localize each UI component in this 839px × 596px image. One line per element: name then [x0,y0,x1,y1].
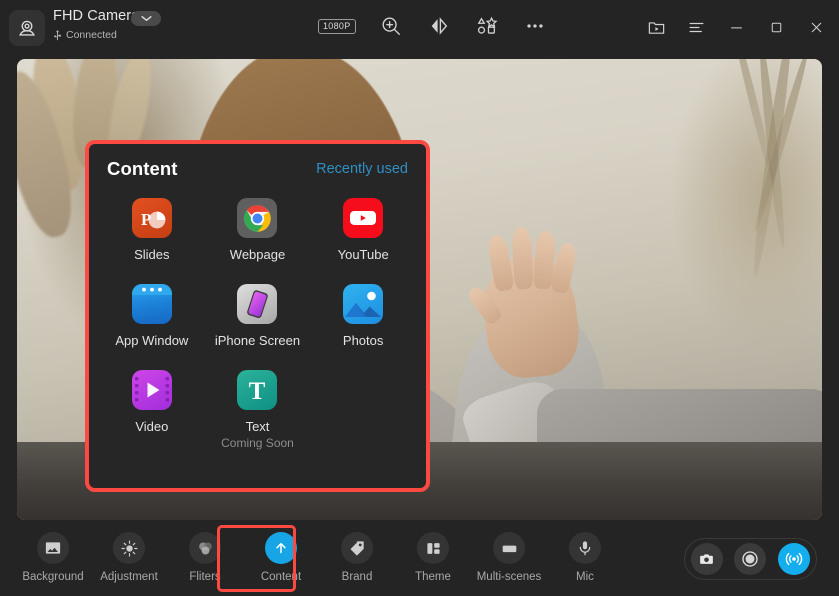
tool-background[interactable]: Background [22,526,84,583]
content-item-text[interactable]: T Text Coming Soon [205,370,311,450]
usb-icon [53,29,62,41]
webcam-icon [9,10,45,46]
titlebar-center-tools: 1080P [318,13,548,39]
tool-label: Mic [576,571,594,583]
media-library-icon[interactable] [641,13,671,41]
layout-icon [417,532,449,564]
tool-mic[interactable]: Mic [554,526,616,583]
content-item-app-window[interactable]: App Window [99,284,205,348]
filters-icon [189,532,221,564]
camera-preview[interactable]: Content Recently used P Slides [17,59,822,520]
tool-label: Theme [415,571,451,583]
connection-status-label: Connected [66,29,117,41]
app-window: FHD Camera Connected 1080P [0,0,839,596]
tool-content[interactable]: Content [250,526,312,583]
tool-label: Adjustment [100,571,158,583]
content-panel-header: Content Recently used [89,144,426,198]
image-icon [37,532,69,564]
bottom-toolbar: Background Adjustment [0,520,839,596]
tool-multi-scenes[interactable]: Multi-scenes [478,526,540,583]
content-item-label: App Window [115,333,188,348]
iphone-screen-icon [237,284,277,324]
tool-label: Brand [342,571,373,583]
menu-icon[interactable] [681,13,711,41]
video-icon [132,370,172,410]
capture-actions [684,538,817,580]
title-bar: FHD Camera Connected 1080P [0,0,839,56]
content-item-youtube[interactable]: YouTube [310,198,416,262]
scenes-icon [493,532,525,564]
content-item-slides[interactable]: P Slides [99,198,205,262]
mirror-flip-icon[interactable] [426,13,452,39]
record-button[interactable] [734,543,766,575]
tool-label: Background [22,571,83,583]
tool-theme[interactable]: Theme [402,526,464,583]
content-panel: Content Recently used P Slides [85,140,430,492]
content-item-label: Video [135,419,168,434]
resolution-badge[interactable]: 1080P [318,19,356,34]
text-icon: T [237,370,277,410]
chevron-down-icon [141,15,152,22]
tool-list: Background Adjustment [22,526,616,583]
powerpoint-icon: P [132,198,172,238]
svg-text:T: T [249,378,266,405]
content-item-label: Photos [343,333,383,348]
chrome-icon [237,198,277,238]
content-item-photos[interactable]: Photos [310,284,416,348]
content-item-video[interactable]: Video [99,370,205,450]
microphone-icon [569,532,601,564]
tool-label: Content [261,571,301,583]
tool-brand[interactable]: Brand [326,526,388,583]
device-name: FHD Camera [53,8,139,24]
upload-icon [265,532,297,564]
tool-label: Multi-scenes [477,571,542,583]
youtube-icon [343,198,383,238]
content-item-label: Slides [134,247,169,262]
close-icon[interactable] [801,13,831,41]
content-item-label: iPhone Screen [215,333,300,348]
photos-icon [343,284,383,324]
recently-used-link[interactable]: Recently used [316,161,408,177]
tag-icon [341,532,373,564]
tool-adjustment[interactable]: Adjustment [98,526,160,583]
content-panel-title: Content [107,158,178,180]
content-item-webpage[interactable]: Webpage [205,198,311,262]
content-item-coming-soon: Coming Soon [221,436,294,450]
maximize-icon[interactable] [761,13,791,41]
content-item-grid: P Slides [89,198,426,450]
zoom-in-icon[interactable] [378,13,404,39]
content-item-label: YouTube [338,247,389,262]
live-button[interactable] [778,543,810,575]
content-item-iphone-screen[interactable]: iPhone Screen [205,284,311,348]
tool-label: Fliters [189,571,220,583]
brightness-icon [113,532,145,564]
tool-filters[interactable]: Fliters [174,526,236,583]
app-window-icon [132,284,172,324]
device-dropdown-button[interactable] [131,11,161,26]
window-controls [641,13,831,41]
minimize-icon[interactable] [721,13,751,41]
content-item-label: Webpage [230,247,285,262]
effects-shapes-icon[interactable] [474,13,500,39]
more-options-icon[interactable] [522,13,548,39]
connection-status: Connected [53,29,117,41]
snapshot-button[interactable] [691,543,723,575]
content-item-label: Text [246,419,270,434]
